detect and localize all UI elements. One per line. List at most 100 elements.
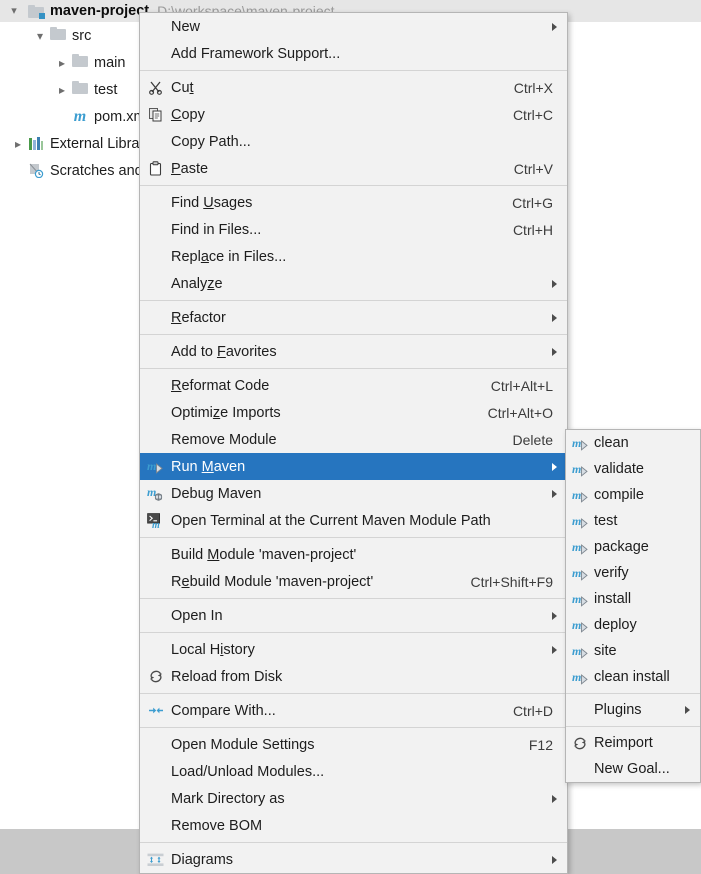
compare-icon — [140, 703, 171, 718]
folder-icon — [50, 27, 66, 44]
menu-item-label: Copy Path... — [171, 133, 251, 150]
chevron-right-icon[interactable]: ▸ — [8, 138, 28, 150]
maven-run-icon: m — [566, 488, 594, 503]
menu-item-paste[interactable]: Paste Ctrl+V — [140, 155, 567, 182]
terminal-maven-icon: m — [147, 513, 164, 528]
menu-item-cut[interactable]: Cut Ctrl+X — [140, 74, 567, 101]
menu-item-package[interactable]: m package — [566, 534, 700, 560]
menu-item-copy[interactable]: Copy Ctrl+C — [140, 101, 567, 128]
maven-run-icon: m — [566, 540, 594, 555]
menu-item-install[interactable]: m install — [566, 586, 700, 612]
chevron-down-icon[interactable]: ▾ — [0, 5, 28, 17]
menu-item-label: package — [594, 539, 649, 555]
menu-item-shortcut: Ctrl+G — [512, 194, 553, 211]
menu-item-shortcut: Ctrl+H — [512, 221, 553, 238]
reload-icon — [148, 669, 164, 684]
chevron-right-icon[interactable]: ▸ — [52, 57, 72, 69]
menu-item-shortcut: Ctrl+D — [512, 702, 553, 719]
maven-run-icon: m — [572, 618, 589, 633]
menu-item-optimize-imports[interactable]: Optimize Imports Ctrl+Alt+O — [140, 399, 567, 426]
menu-item-label: Local History — [171, 641, 255, 658]
svg-text:m: m — [152, 520, 160, 528]
menu-item-label: validate — [594, 461, 644, 477]
menu-item-test[interactable]: m test — [566, 508, 700, 534]
menu-item-run-maven[interactable]: m Run Maven — [140, 453, 567, 480]
menu-item-clean-install[interactable]: m clean install — [566, 664, 700, 690]
menu-item-clean[interactable]: m clean — [566, 430, 700, 456]
svg-text:m: m — [572, 618, 581, 632]
compare-icon — [148, 703, 164, 718]
maven-run-icon: m — [566, 644, 594, 659]
run-maven-submenu[interactable]: m clean m validate m compile m test m package m ver… — [565, 429, 701, 783]
paste-icon — [148, 161, 163, 176]
submenu-arrow-icon — [552, 794, 557, 803]
scratches-icon — [28, 163, 44, 178]
menu-item-label: Diagrams — [171, 851, 234, 868]
submenu-arrow-icon — [552, 313, 557, 322]
menu-item-analyze[interactable]: Analyze — [140, 270, 567, 297]
menu-item-compile[interactable]: m compile — [566, 482, 700, 508]
chevron-down-icon[interactable]: ▾ — [30, 30, 50, 42]
menu-item-site[interactable]: m site — [566, 638, 700, 664]
submenu-arrow-icon — [552, 462, 557, 471]
context-menu[interactable]: New Add Framework Support... Cut Ctrl+X Copy… — [139, 12, 568, 874]
menu-item-reimport[interactable]: Reimport — [566, 730, 700, 756]
menu-item-mark-directory-as[interactable]: Mark Directory as — [140, 785, 567, 812]
menu-item-remove-bom[interactable]: Remove BOM — [140, 812, 567, 839]
menu-item-label: New Goal... — [594, 761, 670, 777]
menu-item-label: Refactor — [171, 309, 226, 326]
chevron-right-icon[interactable]: ▸ — [52, 84, 72, 96]
menu-item-reload-from-disk[interactable]: Reload from Disk — [140, 663, 567, 690]
menu-item-open-terminal-at-the-current-maven-module-path[interactable]: m Open Terminal at the Current Maven Modu… — [140, 507, 567, 534]
menu-separator — [140, 598, 567, 599]
menu-item-copy-path[interactable]: Copy Path... — [140, 128, 567, 155]
maven-run-icon: m — [566, 462, 594, 477]
menu-item-new[interactable]: New — [140, 13, 567, 40]
maven-run-icon: m — [572, 462, 589, 477]
maven-run-icon: m — [566, 618, 594, 633]
menu-item-find-usages[interactable]: Find Usages Ctrl+G — [140, 189, 567, 216]
maven-run-icon: m — [572, 644, 589, 659]
menu-item-label: Compare With... — [171, 702, 276, 719]
menu-item-validate[interactable]: m validate — [566, 456, 700, 482]
svg-text:m: m — [572, 514, 581, 528]
menu-item-shortcut: Delete — [512, 431, 553, 448]
menu-item-build-module-maven-project[interactable]: Build Module 'maven-project' — [140, 541, 567, 568]
menu-item-deploy[interactable]: m deploy — [566, 612, 700, 638]
copy-icon — [140, 107, 171, 122]
submenu-arrow-icon — [552, 347, 557, 356]
menu-item-label: Mark Directory as — [171, 790, 285, 807]
menu-item-verify[interactable]: m verify — [566, 560, 700, 586]
menu-item-add-framework-support[interactable]: Add Framework Support... — [140, 40, 567, 67]
tree-item-label: test — [94, 81, 118, 98]
menu-item-find-in-files[interactable]: Find in Files... Ctrl+H — [140, 216, 567, 243]
menu-item-remove-module[interactable]: Remove Module Delete — [140, 426, 567, 453]
diagrams-icon — [140, 853, 171, 867]
menu-item-debug-maven[interactable]: m Debug Maven — [140, 480, 567, 507]
submenu-arrow-icon — [552, 489, 557, 498]
menu-item-label: Find Usages — [171, 194, 253, 211]
menu-item-local-history[interactable]: Local History — [140, 636, 567, 663]
maven-run-icon: m — [566, 592, 594, 607]
menu-item-open-in[interactable]: Open In — [140, 602, 567, 629]
svg-text:m: m — [572, 566, 581, 580]
project-name: maven-project — [50, 3, 150, 19]
menu-item-plugins[interactable]: Plugins — [566, 697, 700, 723]
maven-run-icon: m — [140, 459, 171, 474]
submenu-arrow-icon — [552, 279, 557, 288]
menu-item-label: clean — [594, 435, 629, 451]
menu-item-diagrams[interactable]: Diagrams — [140, 846, 567, 873]
menu-item-refactor[interactable]: Refactor — [140, 304, 567, 331]
svg-text:m: m — [147, 459, 156, 473]
menu-item-label: Replace in Files... — [171, 248, 287, 265]
menu-item-reformat-code[interactable]: Reformat Code Ctrl+Alt+L — [140, 372, 567, 399]
menu-item-new-goal[interactable]: New Goal... — [566, 756, 700, 782]
menu-item-open-module-settings[interactable]: Open Module Settings F12 — [140, 731, 567, 758]
menu-item-add-to-favorites[interactable]: Add to Favorites — [140, 338, 567, 365]
menu-item-rebuild-module-maven-project[interactable]: Rebuild Module 'maven-project' Ctrl+Shift… — [140, 568, 567, 595]
menu-item-load-unload-modules[interactable]: Load/Unload Modules... — [140, 758, 567, 785]
menu-item-compare-with[interactable]: Compare With... Ctrl+D — [140, 697, 567, 724]
menu-item-replace-in-files[interactable]: Replace in Files... — [140, 243, 567, 270]
reload-icon — [566, 736, 594, 751]
svg-text:m: m — [572, 436, 581, 450]
